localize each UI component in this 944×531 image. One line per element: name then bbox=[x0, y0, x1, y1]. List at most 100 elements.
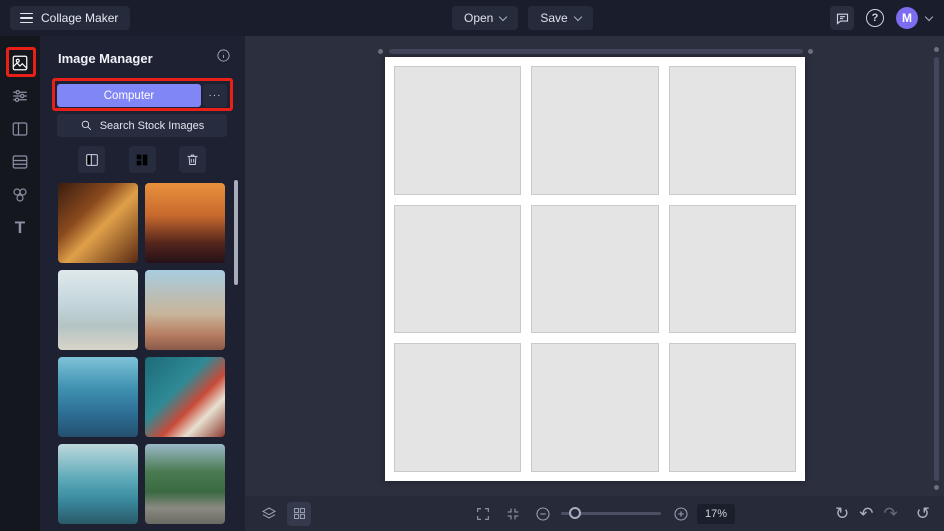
thumbnail-lake-beach[interactable] bbox=[58, 270, 138, 350]
rail-item-manage[interactable] bbox=[0, 79, 40, 112]
zoom-level-value: 17% bbox=[705, 507, 728, 520]
history-button[interactable]: ↺ bbox=[916, 505, 930, 522]
rail-item-templates[interactable] bbox=[0, 145, 40, 178]
chevron-down-icon bbox=[573, 12, 582, 21]
delete-image-button[interactable] bbox=[179, 146, 206, 173]
save-button[interactable]: Save bbox=[528, 6, 593, 30]
actual-size-button[interactable] bbox=[501, 502, 525, 526]
open-button-label: Open bbox=[464, 11, 494, 25]
topbar: Collage Maker Open Save ? M bbox=[0, 0, 944, 36]
help-icon: ? bbox=[871, 12, 879, 24]
vscroll-dot-top bbox=[934, 47, 939, 52]
help-button[interactable]: ? bbox=[866, 9, 884, 27]
app-title: Collage Maker bbox=[41, 11, 119, 25]
collage-cell[interactable] bbox=[668, 204, 796, 334]
rail-item-text[interactable]: T bbox=[0, 211, 40, 244]
canvas-area bbox=[245, 36, 944, 496]
hamburger-icon bbox=[20, 12, 33, 24]
panel-title: Image Manager bbox=[58, 50, 153, 66]
thumbnail-beach-van-friends[interactable] bbox=[145, 270, 225, 350]
collage-board bbox=[385, 57, 805, 481]
hscroll-dot-left bbox=[378, 49, 383, 54]
image-manager-panel: Image Manager Computer ··· Search Stock … bbox=[40, 36, 245, 531]
layout-blocks-icon bbox=[136, 154, 148, 165]
layers-icon bbox=[261, 506, 277, 519]
info-icon[interactable] bbox=[216, 48, 231, 68]
account-chevron-down-icon[interactable] bbox=[924, 12, 934, 21]
expand-icon bbox=[477, 507, 489, 520]
grid-icon bbox=[293, 508, 305, 519]
add-to-collage-button[interactable] bbox=[78, 146, 105, 173]
layout-columns-icon bbox=[12, 121, 28, 136]
avatar-initial: M bbox=[902, 11, 912, 25]
autofill-collage-button[interactable] bbox=[128, 146, 156, 173]
hscroll-dot-right bbox=[808, 49, 813, 54]
layout-rows-icon bbox=[12, 154, 28, 169]
thumbnail-cheers-toast[interactable] bbox=[58, 183, 138, 263]
search-stock-images-button[interactable]: Search Stock Images bbox=[57, 114, 227, 137]
zoom-level-badge[interactable]: 17% bbox=[697, 503, 736, 524]
rail-item-image-manager[interactable] bbox=[0, 46, 40, 79]
statusbar: 17% ↻ ↶ ↷ ↺ bbox=[245, 496, 944, 531]
collage-cell[interactable] bbox=[668, 343, 796, 472]
thumbnail-tools bbox=[78, 146, 206, 173]
computer-upload-button[interactable]: Computer bbox=[57, 84, 201, 107]
history-icon: ↺ bbox=[915, 504, 930, 523]
minus-circle-icon bbox=[536, 506, 550, 521]
text-tool-icon: T bbox=[14, 217, 26, 237]
undo-button[interactable]: ↶ bbox=[859, 505, 873, 522]
horizontal-scrollbar[interactable] bbox=[389, 49, 803, 54]
feedback-button[interactable] bbox=[830, 6, 854, 30]
chevron-down-icon bbox=[499, 12, 508, 21]
collage-cell[interactable] bbox=[394, 343, 522, 472]
thumbnail-grid bbox=[58, 183, 225, 524]
layers-button[interactable] bbox=[257, 502, 281, 526]
zoom-slider[interactable] bbox=[561, 507, 661, 519]
thumbnail-teal-car-man[interactable] bbox=[58, 444, 138, 524]
thumbnail-blue-van-woman[interactable] bbox=[58, 357, 138, 437]
search-icon bbox=[81, 120, 91, 131]
avatar[interactable]: M bbox=[896, 7, 918, 29]
grid-toggle-button[interactable] bbox=[287, 501, 311, 526]
collage-cell[interactable] bbox=[531, 66, 659, 195]
redo-icon: ↷ bbox=[883, 504, 898, 523]
collage-cell[interactable] bbox=[394, 66, 522, 195]
vertical-scrollbar[interactable] bbox=[934, 57, 939, 481]
thumbnail-couple-sunset[interactable] bbox=[145, 183, 225, 263]
zoom-out-button[interactable] bbox=[531, 502, 555, 526]
undo-icon: ↶ bbox=[859, 504, 874, 523]
app-menu-button[interactable]: Collage Maker bbox=[10, 6, 131, 30]
topbar-center: Open Save bbox=[452, 6, 593, 30]
search-button-label: Search Stock Images bbox=[99, 119, 205, 132]
trash-icon bbox=[187, 154, 198, 165]
sliders-icon bbox=[13, 89, 27, 102]
save-button-label: Save bbox=[540, 11, 568, 25]
thumbnail-woman-reading[interactable] bbox=[145, 357, 225, 437]
collage-cell[interactable] bbox=[668, 66, 796, 195]
shapes-icon bbox=[13, 187, 27, 202]
rail-item-graphics[interactable] bbox=[0, 178, 40, 211]
layout-split-icon bbox=[85, 153, 98, 166]
shrink-icon bbox=[507, 508, 519, 519]
rail-item-layouts[interactable] bbox=[0, 112, 40, 145]
tool-rail: T bbox=[0, 36, 40, 531]
comment-icon bbox=[836, 13, 848, 25]
refresh-button[interactable]: ↻ bbox=[835, 505, 849, 522]
zoom-slider-knob[interactable] bbox=[569, 507, 581, 519]
thumbnail-road-hills[interactable] bbox=[145, 444, 225, 524]
panel-scrollbar[interactable] bbox=[234, 180, 238, 285]
collage-cell[interactable] bbox=[394, 204, 522, 334]
plus-circle-icon bbox=[674, 506, 688, 521]
more-options-button[interactable]: ··· bbox=[203, 84, 227, 107]
vscroll-dot-bottom bbox=[934, 485, 939, 490]
collage-cell[interactable] bbox=[531, 204, 659, 334]
ellipsis-icon: ··· bbox=[208, 90, 222, 101]
image-icon bbox=[12, 55, 28, 70]
collage-cell[interactable] bbox=[531, 343, 659, 472]
open-button[interactable]: Open bbox=[452, 6, 519, 30]
fit-screen-button[interactable] bbox=[471, 502, 495, 526]
redo-button[interactable]: ↷ bbox=[884, 505, 898, 522]
topbar-right: ? M bbox=[830, 0, 934, 36]
refresh-icon: ↻ bbox=[835, 504, 850, 523]
zoom-in-button[interactable] bbox=[669, 502, 693, 526]
